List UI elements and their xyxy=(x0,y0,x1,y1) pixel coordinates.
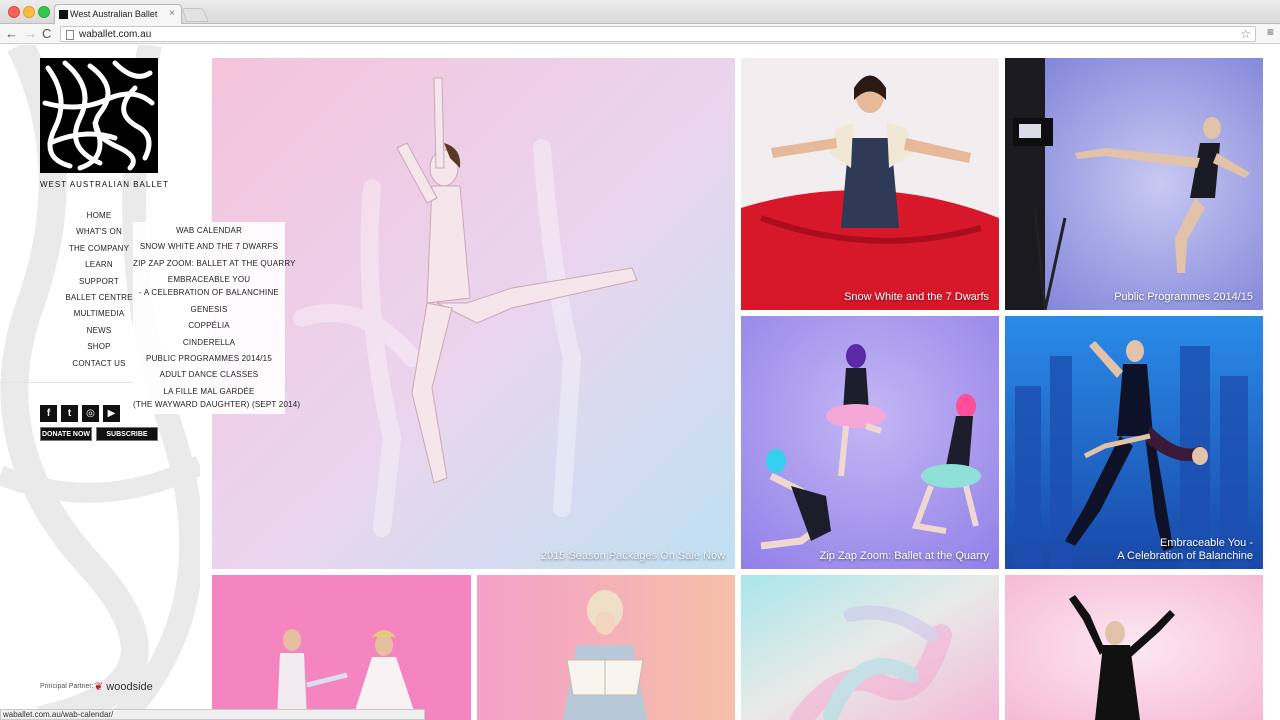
back-arrow-icon[interactable]: ← xyxy=(5,25,18,43)
browser-titlebar: West Australian Ballet × xyxy=(0,0,1280,25)
nav-item-whats-on[interactable]: WHAT'S ON xyxy=(58,224,140,240)
browser-toolbar: ← → C waballet.com.au ☆ ≡ xyxy=(0,24,1280,44)
wab-logo[interactable] xyxy=(40,58,158,173)
public-programmes-tile[interactable]: Public Programmes 2014/15 xyxy=(1005,58,1263,310)
la-fille-mal-gardee-image xyxy=(1005,575,1263,720)
cinderella-tile[interactable] xyxy=(212,575,471,720)
logo-wordmark: WEST AUSTRALIAN BALLET xyxy=(40,180,169,189)
snow-white-tile[interactable]: Snow White and the 7 Dwarfs xyxy=(741,58,999,310)
tab-close-icon[interactable]: × xyxy=(169,8,175,19)
nav-item-news[interactable]: NEWS xyxy=(58,323,140,339)
dropdown-item-la-fille-subtitle[interactable]: (THE WAYWARD DAUGHTER) (SEPT 2014) xyxy=(133,400,300,409)
address-url: waballet.com.au xyxy=(79,29,152,40)
status-bar-url: waballet.com.au/wab-calendar/ xyxy=(0,709,425,720)
page-icon xyxy=(66,30,74,40)
snow-white-image xyxy=(741,58,999,310)
forward-arrow-icon[interactable]: → xyxy=(24,25,37,43)
dropdown-item-embraceable-you[interactable]: EMBRACEABLE YOU xyxy=(133,275,285,284)
nav-item-contact-us[interactable]: CONTACT US xyxy=(58,356,140,372)
dropdown-item-coppelia[interactable]: COPPÉLIA xyxy=(133,321,285,330)
dropdown-item-adult-dance-classes[interactable]: ADULT DANCE CLASSES xyxy=(133,370,285,379)
coppelia-image xyxy=(477,575,735,720)
embraceable-caption-line1: Embraceable You - xyxy=(1160,537,1253,549)
youtube-icon[interactable]: ▶ xyxy=(103,405,120,422)
hero-tile[interactable]: 2015 Season Packages On Sale Now xyxy=(212,58,735,569)
main-nav: HOME WHAT'S ON THE COMPANY LEARN SUPPORT… xyxy=(58,208,140,372)
nav-item-home[interactable]: HOME xyxy=(58,208,140,224)
subscribe-now-button[interactable]: SUBSCRIBE NOW xyxy=(96,427,158,452)
window-maximize-button[interactable] xyxy=(38,6,50,18)
embraceable-caption-line2: A Celebration of Balanchine xyxy=(1117,550,1253,562)
embraceable-you-image xyxy=(1005,316,1263,569)
coppelia-tile[interactable] xyxy=(477,575,735,720)
whats-on-dropdown: WAB CALENDAR SNOW WHITE AND THE 7 DWARFS… xyxy=(133,222,300,414)
browser-tab[interactable]: West Australian Ballet × xyxy=(54,4,182,25)
nav-item-support[interactable]: SUPPORT xyxy=(58,274,140,290)
dropdown-item-genesis[interactable]: GENESIS xyxy=(133,305,285,314)
genesis-image xyxy=(741,575,999,720)
zip-zap-zoom-image xyxy=(741,316,999,569)
woodside-mark-icon: ❦ xyxy=(94,681,104,693)
snow-white-caption: Snow White and the 7 Dwarfs xyxy=(844,291,989,303)
zip-zap-zoom-tile[interactable]: Zip Zap Zoom: Ballet at the Quarry xyxy=(741,316,999,569)
new-tab-button[interactable] xyxy=(181,8,209,22)
instagram-icon[interactable]: ◎ xyxy=(82,405,99,422)
hero-caption: 2015 Season Packages On Sale Now xyxy=(540,550,725,562)
facebook-icon[interactable]: f xyxy=(40,405,57,422)
twitter-icon[interactable]: t xyxy=(61,405,78,422)
dropdown-item-snow-white[interactable]: SNOW WHITE AND THE 7 DWARFS xyxy=(133,242,285,251)
browser-menu-icon[interactable]: ≡ xyxy=(1267,25,1274,39)
nav-item-shop[interactable]: SHOP xyxy=(58,339,140,355)
genesis-tile[interactable] xyxy=(741,575,999,720)
nav-item-learn[interactable]: LEARN xyxy=(58,257,140,273)
dropdown-item-wab-calendar[interactable]: WAB CALENDAR xyxy=(133,226,285,235)
zip-zap-zoom-caption: Zip Zap Zoom: Ballet at the Quarry xyxy=(819,550,989,562)
partner-name: woodside xyxy=(106,681,153,693)
favicon-icon xyxy=(59,10,68,19)
embraceable-you-caption: Embraceable You - A Celebration of Balan… xyxy=(1117,537,1253,563)
dropdown-item-cinderella[interactable]: CINDERELLA xyxy=(133,338,285,347)
window-minimize-button[interactable] xyxy=(23,6,35,18)
nav-item-multimedia[interactable]: MULTIMEDIA xyxy=(58,306,140,322)
cinderella-image xyxy=(212,575,471,720)
nav-item-the-company[interactable]: THE COMPANY xyxy=(58,241,140,257)
reload-icon[interactable]: C xyxy=(42,25,51,43)
donate-now-button[interactable]: DONATE NOW xyxy=(40,427,92,441)
la-fille-mal-gardee-tile[interactable] xyxy=(1005,575,1263,720)
woodside-logo[interactable]: ❦ woodside xyxy=(94,680,153,693)
window-close-button[interactable] xyxy=(8,6,20,18)
dropdown-item-zip-zap-zoom[interactable]: ZIP ZAP ZOOM: BALLET AT THE QUARRY xyxy=(133,259,296,268)
dropdown-item-public-programmes[interactable]: PUBLIC PROGRAMMES 2014/15 xyxy=(133,354,285,363)
principal-partner-label: Principal Partner: xyxy=(40,683,94,690)
nav-item-ballet-centre[interactable]: BALLET CENTRE xyxy=(58,290,140,306)
tab-title: West Australian Ballet xyxy=(70,9,158,19)
public-programmes-image xyxy=(1005,58,1263,310)
address-bar[interactable]: waballet.com.au ☆ xyxy=(60,26,1256,42)
hero-image xyxy=(212,58,735,569)
bookmark-star-icon[interactable]: ☆ xyxy=(1240,27,1251,41)
embraceable-you-tile[interactable]: Embraceable You - A Celebration of Balan… xyxy=(1005,316,1263,569)
dropdown-item-la-fille-mal-gardee[interactable]: LA FILLE MAL GARDÉE xyxy=(133,387,285,396)
public-programmes-caption: Public Programmes 2014/15 xyxy=(1114,291,1253,303)
dropdown-item-embraceable-you-subtitle[interactable]: - A CELEBRATION OF BALANCHINE xyxy=(133,288,285,297)
